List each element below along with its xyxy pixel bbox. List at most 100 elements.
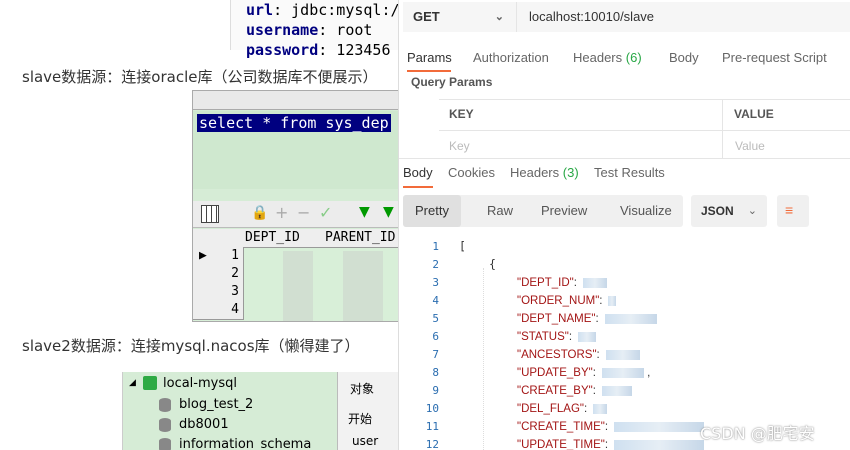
format-language-select[interactable]: JSON ⌄ [691, 195, 767, 227]
indent-guide [483, 268, 485, 450]
active-tab-indicator [403, 186, 433, 188]
tab-params[interactable]: Params [407, 50, 452, 65]
line-number: 11 [425, 420, 439, 433]
format-raw[interactable]: Raw [475, 195, 525, 227]
response-tabs: Body Cookies Headers (3) Test Results [399, 158, 850, 189]
json-line: "DEL_FLAG": [517, 401, 608, 415]
grid-col-header: DEPT_ID [243, 229, 326, 248]
format-preview[interactable]: Preview [529, 195, 599, 227]
tab-body[interactable]: Body [669, 50, 699, 65]
plsql-toolbar: 🔒 + − ✓ ▼ ▼ [193, 201, 401, 228]
tree-item-database[interactable]: blog_test_2 [179, 397, 253, 412]
table-item-user[interactable]: user [352, 434, 378, 448]
check-icon: ✓ [319, 203, 333, 222]
navicat-screenshot: ◢ local-mysql blog_test_2 db8001 informa… [122, 372, 400, 450]
line-number: 4 [432, 294, 439, 307]
json-line: "STATUS": [517, 329, 597, 343]
line-number: 8 [432, 366, 439, 379]
json-line: "CREATE_BY": [517, 383, 632, 397]
active-tab-indicator [407, 70, 451, 72]
sql-text: select * from sys_dep [197, 114, 391, 132]
chevron-down-icon: ⌄ [494, 11, 504, 23]
line-number: 6 [432, 330, 439, 343]
url-input[interactable]: localhost:10010/slave [517, 2, 850, 32]
caption-slave: slave数据源：连接oracle库（公司数据库不便展示） [22, 68, 378, 86]
json-line: "ANCESTORS": [517, 347, 640, 361]
plus-icon: + [275, 203, 289, 222]
params-key-header: KEY [449, 107, 474, 121]
grid-corner [193, 229, 246, 248]
line-number: 9 [432, 384, 439, 397]
line-number: 5 [432, 312, 439, 325]
sql-editor: select * from sys_dep [193, 111, 401, 189]
connection-icon [143, 376, 157, 390]
plsql-screenshot: select * from sys_dep 🔒 + − ✓ ▼ ▼ DEPT_I… [192, 90, 402, 322]
caption-slave2: slave2数据源：连接mysql.nacos库（懒得建了） [22, 337, 360, 355]
json-line: "UPDATE_TIME": [517, 437, 705, 450]
navicat-object-pane: 对象 开始 user [337, 372, 400, 450]
minus-icon: − [297, 203, 311, 222]
method-label: GET [413, 9, 440, 24]
database-icon [159, 418, 171, 432]
grid-icon [201, 205, 219, 223]
params-value-header: VALUE [734, 107, 774, 121]
config-code-block: url: jdbc:mysql:/ username: root passwor… [230, 0, 405, 59]
masked-cell [343, 251, 383, 321]
response-tab-headers[interactable]: Headers (3) [510, 165, 579, 180]
tab-objects[interactable]: 对象 [350, 380, 374, 397]
json-line: "ORDER_NUM": [517, 293, 617, 307]
grid-row-number: 2 [193, 265, 244, 284]
plsql-tab-header [193, 91, 401, 110]
line-number: 1 [432, 240, 439, 253]
response-tab-cookies[interactable]: Cookies [448, 165, 495, 180]
fetch-all-icon: ▼ [383, 204, 394, 220]
tree-item-connection[interactable]: local-mysql [163, 376, 237, 391]
tree-item-database[interactable]: information_schema [179, 437, 311, 450]
config-line-username: username: root [246, 21, 373, 39]
format-visualize[interactable]: Visualize [608, 195, 684, 227]
grid-row-number: 4 [193, 301, 244, 320]
config-line-password: password: 123456 [246, 41, 391, 59]
tab-headers[interactable]: Headers (6) [573, 50, 642, 65]
param-value-input[interactable]: Value [735, 139, 765, 153]
param-key-input[interactable]: Key [449, 139, 470, 153]
divider [439, 130, 850, 131]
lock-icon: 🔒 [251, 205, 269, 221]
line-number: 3 [432, 276, 439, 289]
grid-row-number: 3 [193, 283, 244, 302]
json-line: "CREATE_TIME": [517, 419, 705, 433]
json-line: "DEPT_NAME": [517, 311, 657, 325]
tab-authorization[interactable]: Authorization [473, 50, 549, 65]
tree-item-database[interactable]: db8001 [179, 417, 229, 432]
database-icon [159, 398, 171, 412]
start-transaction-button[interactable]: 开始 [348, 410, 372, 427]
response-tab-test-results[interactable]: Test Results [594, 165, 665, 180]
postman-panel: GET ⌄ localhost:10010/slave Params Autho… [398, 0, 850, 450]
tab-pre-request-script[interactable]: Pre-request Script [722, 50, 827, 65]
database-icon [159, 438, 171, 450]
expand-icon: ◢ [129, 378, 136, 388]
query-params-title: Query Params [411, 75, 493, 89]
format-pretty[interactable]: Pretty [403, 195, 461, 227]
grid-col-header: PARENT_ID [323, 229, 401, 248]
line-number: 2 [432, 258, 439, 271]
params-table: KEY VALUE Key Value [439, 99, 850, 158]
line-number: 7 [432, 348, 439, 361]
json-open-bracket: [ [459, 239, 466, 253]
json-line: "UPDATE_BY": , [517, 367, 651, 379]
wrap-lines-button[interactable]: ≡ [777, 195, 809, 227]
divider [722, 100, 723, 158]
method-select[interactable]: GET ⌄ [403, 2, 517, 32]
csdn-watermark: CSDN @肥宅安 [700, 424, 815, 443]
format-language-label: JSON [701, 204, 734, 218]
response-tab-body[interactable]: Body [403, 165, 433, 180]
line-number: 12 [425, 438, 439, 450]
chevron-down-icon: ⌄ [747, 205, 757, 217]
wrap-lines-icon: ≡ [785, 202, 794, 218]
masked-cell [283, 251, 313, 321]
line-number: 10 [425, 402, 439, 415]
format-tabs: Pretty Raw Preview Visualize [403, 195, 683, 227]
json-open-brace: { [489, 257, 496, 271]
config-line-url: url: jdbc:mysql:/ [246, 1, 400, 19]
json-line: "DEPT_ID": [517, 275, 607, 289]
